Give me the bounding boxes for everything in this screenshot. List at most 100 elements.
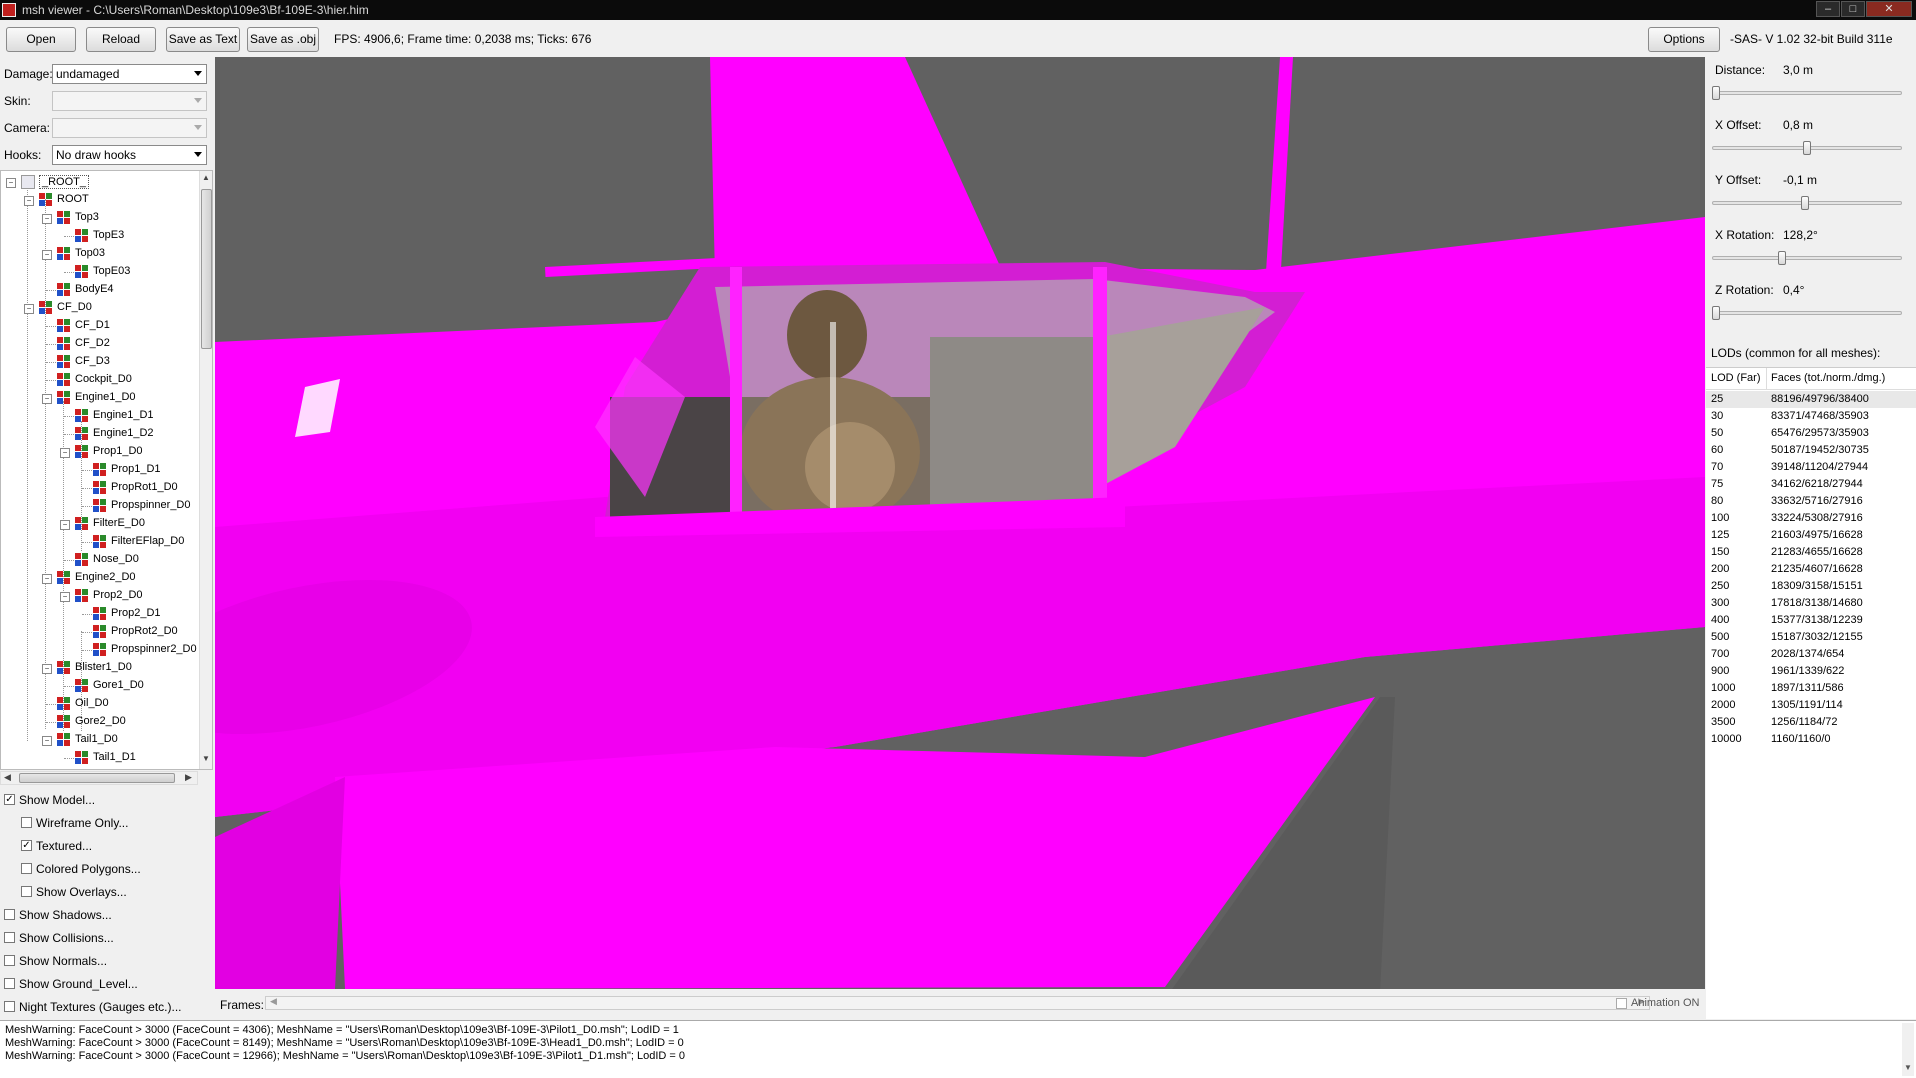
mesh-tree[interactable]: _ROOT_ − ROOT − Top3− TopE3 Top03− TopE03 BodyE4… bbox=[0, 170, 213, 770]
option-checkbox[interactable]: ✓ bbox=[21, 840, 32, 851]
lod-row[interactable]: 300 17818/3138/14680 bbox=[1706, 595, 1916, 612]
3d-viewport[interactable] bbox=[215, 57, 1705, 989]
reload-button[interactable]: Reload bbox=[86, 27, 156, 52]
option-checkbox-label[interactable]: Show Ground_Level... bbox=[19, 977, 138, 991]
lod-row[interactable]: 150 21283/4655/16628 bbox=[1706, 544, 1916, 561]
option-checkbox-label[interactable]: Wireframe Only... bbox=[36, 816, 128, 830]
tree-collapse-icon[interactable]: − bbox=[42, 664, 52, 674]
log-scrollbar[interactable]: ▼ bbox=[1902, 1023, 1914, 1076]
open-button[interactable]: Open bbox=[6, 27, 76, 52]
lod-row[interactable]: 500 15187/3032/12155 bbox=[1706, 629, 1916, 646]
tree-collapse-icon[interactable]: − bbox=[42, 250, 52, 260]
tree-collapse-icon[interactable]: − bbox=[42, 574, 52, 584]
frames-left-arrow-icon[interactable]: ◀ bbox=[270, 996, 277, 1007]
tree-horizontal-scrollbar[interactable]: ◀ ▶ bbox=[0, 771, 198, 785]
lod-row[interactable]: 400 15377/3138/12239 bbox=[1706, 612, 1916, 629]
damage-label: Damage: bbox=[4, 67, 53, 81]
lod-row[interactable]: 200 21235/4607/16628 bbox=[1706, 561, 1916, 578]
scroll-left-arrow-icon[interactable]: ◀ bbox=[4, 772, 11, 783]
lod-row[interactable]: 30 83371/47468/35903 bbox=[1706, 408, 1916, 425]
slider-track[interactable] bbox=[1712, 256, 1902, 260]
slider-track[interactable] bbox=[1712, 91, 1902, 95]
lod-faces-header[interactable]: Faces (tot./norm./dmg.) bbox=[1771, 372, 1885, 384]
tree-node-label: TopE03 bbox=[93, 265, 131, 277]
option-checkbox[interactable] bbox=[4, 978, 15, 989]
tree-collapse-icon[interactable]: − bbox=[42, 394, 52, 404]
scroll-down-arrow-icon[interactable]: ▼ bbox=[202, 754, 210, 763]
lod-row[interactable]: 250 18309/3158/15151 bbox=[1706, 578, 1916, 595]
save-as-obj-button[interactable]: Save as .obj bbox=[247, 27, 319, 52]
lod-row[interactable]: 75 34162/6218/27944 bbox=[1706, 476, 1916, 493]
lod-row[interactable]: 60 50187/19452/30735 bbox=[1706, 442, 1916, 459]
frames-scrollbar[interactable]: ◀ ▶ bbox=[265, 996, 1650, 1010]
lod-row[interactable]: 125 21603/4975/16628 bbox=[1706, 527, 1916, 544]
slider-thumb[interactable] bbox=[1801, 196, 1810, 210]
slider-thumb[interactable] bbox=[1712, 86, 1720, 100]
options-button[interactable]: Options bbox=[1648, 27, 1720, 52]
animation-checkbox[interactable] bbox=[1616, 998, 1627, 1009]
hooks-select[interactable]: No draw hooks bbox=[52, 145, 207, 165]
slider-thumb[interactable] bbox=[1777, 251, 1786, 265]
tree-collapse-icon[interactable]: − bbox=[24, 196, 34, 206]
lod-row[interactable]: 900 1961/1339/622 bbox=[1706, 663, 1916, 680]
lod-row[interactable]: 70 39148/11204/27944 bbox=[1706, 459, 1916, 476]
tree-collapse-icon[interactable]: − bbox=[60, 592, 70, 602]
option-checkbox[interactable] bbox=[4, 1001, 15, 1012]
message-log[interactable]: MeshWarning: FaceCount > 3000 (FaceCount… bbox=[0, 1020, 1916, 1078]
lod-row[interactable]: 1000 1897/1311/586 bbox=[1706, 680, 1916, 697]
slider-thumb[interactable] bbox=[1803, 141, 1811, 155]
skin-select[interactable] bbox=[52, 91, 207, 111]
camera-select[interactable] bbox=[52, 118, 207, 138]
option-checkbox[interactable] bbox=[21, 886, 32, 897]
tree-collapse-icon[interactable]: − bbox=[60, 520, 70, 530]
option-checkbox-label[interactable]: Show Normals... bbox=[19, 954, 107, 968]
lod-row[interactable]: 10000 1160/1160/0 bbox=[1706, 731, 1916, 748]
damage-select[interactable]: undamaged bbox=[52, 64, 207, 84]
tree-scroll-thumb[interactable] bbox=[201, 189, 212, 349]
option-checkbox[interactable] bbox=[21, 863, 32, 874]
lod-far-cell: 30 bbox=[1711, 410, 1724, 422]
option-checkbox-label[interactable]: Show Collisions... bbox=[19, 931, 114, 945]
close-button[interactable]: ✕ bbox=[1866, 1, 1912, 17]
tree-collapse-icon[interactable]: − bbox=[24, 304, 34, 314]
tree-vertical-scrollbar[interactable]: ▲ ▼ bbox=[199, 171, 212, 769]
tree-collapse-icon[interactable]: − bbox=[42, 736, 52, 746]
option-checkbox-label[interactable]: Textured... bbox=[36, 839, 92, 853]
option-checkbox-label[interactable]: Show Shadows... bbox=[19, 908, 112, 922]
option-checkbox[interactable] bbox=[4, 909, 15, 920]
slider-track[interactable] bbox=[1712, 311, 1902, 315]
tree-collapse-icon[interactable]: − bbox=[6, 178, 16, 188]
option-checkbox-label[interactable]: Show Overlays... bbox=[36, 885, 127, 899]
tree-hscroll-thumb[interactable] bbox=[19, 773, 175, 783]
mesh-node-icon bbox=[39, 193, 53, 207]
scroll-right-arrow-icon[interactable]: ▶ bbox=[185, 772, 192, 783]
log-scroll-down-icon[interactable]: ▼ bbox=[1904, 1063, 1912, 1072]
option-checkbox[interactable] bbox=[21, 817, 32, 828]
maximize-button[interactable]: □ bbox=[1841, 1, 1865, 17]
save-as-text-button[interactable]: Save as Text bbox=[166, 27, 240, 52]
lod-faces-cell: 17818/3138/14680 bbox=[1771, 597, 1863, 609]
lod-row[interactable]: 3500 1256/1184/72 bbox=[1706, 714, 1916, 731]
minimize-button[interactable]: – bbox=[1816, 1, 1840, 17]
slider-thumb[interactable] bbox=[1712, 306, 1720, 320]
lod-table[interactable]: LOD (Far) Faces (tot./norm./dmg.) 25 8819… bbox=[1706, 367, 1916, 1019]
option-checkbox[interactable] bbox=[4, 955, 15, 966]
lod-row[interactable]: 700 2028/1374/654 bbox=[1706, 646, 1916, 663]
lod-row[interactable]: 80 33632/5716/27916 bbox=[1706, 493, 1916, 510]
tree-node-label: Prop1_D1 bbox=[111, 463, 161, 475]
option-checkbox-label[interactable]: Colored Polygons... bbox=[36, 862, 141, 876]
tree-collapse-icon[interactable]: − bbox=[60, 448, 70, 458]
scroll-up-arrow-icon[interactable]: ▲ bbox=[202, 173, 210, 182]
tree-node-label: Prop1_D0 bbox=[93, 445, 143, 457]
option-checkbox[interactable]: ✓ bbox=[4, 794, 15, 805]
tree-collapse-icon[interactable]: − bbox=[42, 214, 52, 224]
option-checkbox-label[interactable]: Night Textures (Gauges etc.)... bbox=[19, 1000, 182, 1014]
option-checkbox[interactable] bbox=[4, 932, 15, 943]
option-checkbox-label[interactable]: Show Model... bbox=[19, 793, 95, 807]
lod-far-cell: 1000 bbox=[1711, 682, 1736, 694]
lod-far-header[interactable]: LOD (Far) bbox=[1711, 372, 1761, 384]
lod-row[interactable]: 25 88196/49796/38400 bbox=[1706, 391, 1916, 408]
lod-row[interactable]: 100 33224/5308/27916 bbox=[1706, 510, 1916, 527]
lod-row[interactable]: 2000 1305/1191/114 bbox=[1706, 697, 1916, 714]
lod-row[interactable]: 50 65476/29573/35903 bbox=[1706, 425, 1916, 442]
